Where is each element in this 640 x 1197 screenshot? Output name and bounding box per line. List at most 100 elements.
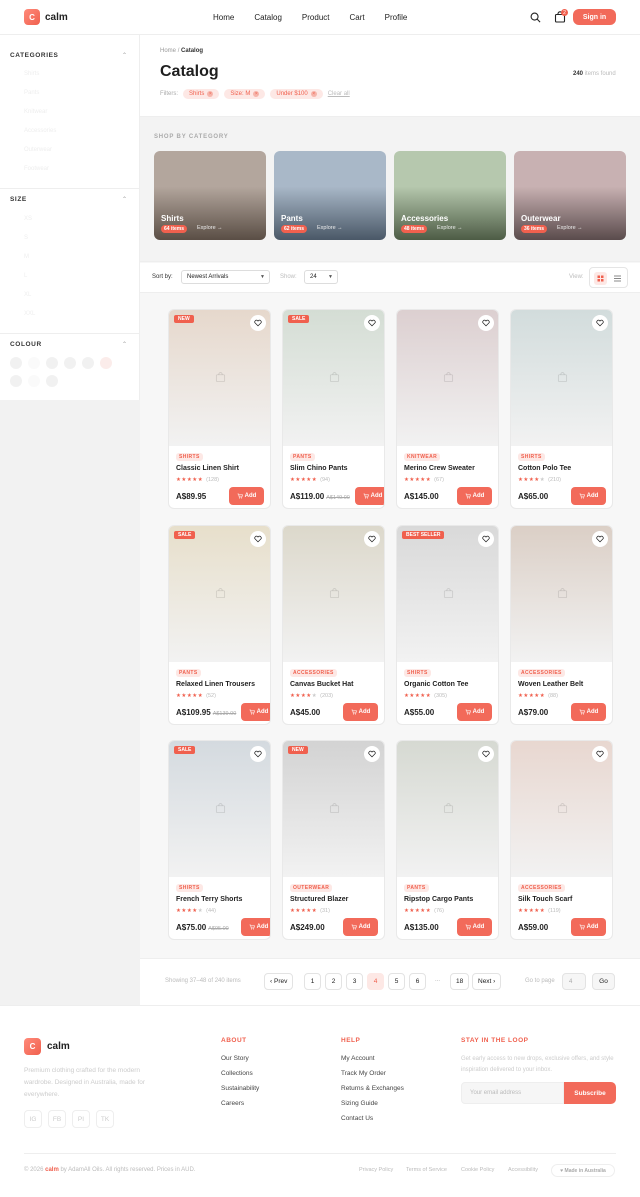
wishlist-button[interactable] (250, 531, 266, 547)
footer-link[interactable]: Contact Us (341, 1115, 373, 1122)
product-card[interactable]: KNITWEAR Merino Crew Sweater ★★★★★ (67) A$14… (396, 309, 499, 509)
page-button[interactable]: 3 (346, 973, 363, 990)
chevron-up-icon[interactable]: ⌃ (122, 196, 127, 203)
category-option[interactable]: Knitwear (24, 109, 47, 115)
filter-chip[interactable]: Shirts × (183, 89, 220, 99)
sign-in-button[interactable]: Sign in (573, 9, 616, 25)
product-name[interactable]: Classic Linen Shirt (176, 465, 239, 472)
tiktok-icon[interactable]: TK (96, 1110, 114, 1128)
footer-link[interactable]: Returns & Exchanges (341, 1085, 404, 1092)
product-card[interactable]: PANTS Ripstop Cargo Pants ★★★★★ (76) A$135.0… (396, 740, 499, 940)
prev-page-button[interactable]: ‹ Prev (264, 973, 294, 990)
subscribe-button[interactable]: Subscribe (564, 1082, 616, 1104)
filter-chip[interactable]: Size: M × (224, 89, 266, 99)
add-to-cart-button[interactable]: Add (457, 487, 492, 505)
footer-link[interactable]: Sustainability (221, 1085, 259, 1092)
size-option[interactable]: XS (24, 216, 32, 222)
categories-heading[interactable]: CATEGORIES (10, 52, 59, 59)
add-to-cart-button[interactable]: Add (457, 918, 492, 936)
close-icon[interactable]: × (207, 91, 214, 97)
page-button[interactable]: 1 (304, 973, 321, 990)
footer-link[interactable]: Collections (221, 1070, 253, 1077)
product-card[interactable]: SALE PANTS Relaxed Linen Trousers ★★★★★ (52)… (168, 525, 271, 725)
footer-link[interactable]: Track My Order (341, 1070, 386, 1077)
footer-link[interactable]: My Account (341, 1055, 375, 1062)
product-card[interactable]: SHIRTS Cotton Polo Tee ★★★★★ (210) A$65.00 Ad… (510, 309, 613, 509)
page-button[interactable]: 6 (409, 973, 426, 990)
close-icon[interactable]: × (253, 91, 260, 97)
product-card[interactable]: ACCESSORIES Silk Touch Scarf ★★★★★ (119) A$5… (510, 740, 613, 940)
nav-catalog[interactable]: Catalog (254, 13, 282, 22)
footer-link[interactable]: Sizing Guide (341, 1100, 378, 1107)
add-to-cart-button[interactable]: Add (241, 918, 270, 936)
add-to-cart-button[interactable]: Add (241, 703, 270, 721)
product-name[interactable]: Cotton Polo Tee (518, 465, 571, 472)
product-name[interactable]: Structured Blazer (290, 896, 348, 903)
newsletter-email-input[interactable]: Your email address (461, 1082, 564, 1104)
add-to-cart-button[interactable]: Add (343, 918, 378, 936)
product-card[interactable]: NEW OUTERWEAR Structured Blazer ★★★★★ (31) A$… (282, 740, 385, 940)
category-option[interactable]: Accessories (24, 128, 56, 134)
add-to-cart-button[interactable]: Add (343, 703, 378, 721)
nav-profile[interactable]: Profile (385, 13, 408, 22)
colour-swatch[interactable] (64, 357, 76, 369)
product-name[interactable]: French Terry Shorts (176, 896, 242, 903)
wishlist-button[interactable] (592, 315, 608, 331)
size-heading[interactable]: SIZE (10, 196, 27, 203)
colour-swatch[interactable] (100, 357, 112, 369)
category-card-explore[interactable]: Explore → (557, 225, 583, 231)
next-page-button[interactable]: Next › (472, 973, 502, 990)
page-button-current[interactable]: 4 (367, 973, 384, 990)
colour-swatch[interactable] (46, 357, 58, 369)
chevron-up-icon[interactable]: ⌃ (122, 341, 127, 348)
wishlist-button[interactable] (592, 746, 608, 762)
footer-logo[interactable]: C calm (24, 1038, 70, 1055)
wishlist-button[interactable] (364, 531, 380, 547)
grid-view-button[interactable] (594, 272, 607, 285)
wishlist-button[interactable] (478, 531, 494, 547)
colour-swatch[interactable] (46, 375, 58, 387)
page-size-select[interactable]: 24 ▼ (304, 270, 338, 284)
wishlist-button[interactable] (478, 315, 494, 331)
search-icon[interactable] (530, 12, 541, 23)
product-card[interactable]: ACCESSORIES Canvas Bucket Hat ★★★★★ (203) A$… (282, 525, 385, 725)
instagram-icon[interactable]: IG (24, 1110, 42, 1128)
footer-link[interactable]: Careers (221, 1100, 244, 1107)
colour-swatch[interactable] (10, 375, 22, 387)
category-option[interactable]: Outerwear (24, 147, 52, 153)
close-icon[interactable]: × (310, 91, 317, 97)
colour-heading[interactable]: COLOUR (10, 341, 42, 348)
page-button[interactable]: 2 (325, 973, 342, 990)
product-name[interactable]: Merino Crew Sweater (404, 465, 475, 472)
wishlist-button[interactable] (250, 746, 266, 762)
product-name[interactable]: Woven Leather Belt (518, 681, 583, 688)
size-option[interactable]: M (24, 254, 29, 260)
wishlist-button[interactable] (364, 746, 380, 762)
category-card-explore[interactable]: Explore → (317, 225, 343, 231)
product-card[interactable]: SALE SHIRTS French Terry Shorts ★★★★★ (44) A$… (168, 740, 271, 940)
category-card[interactable]: Shirts 64 items Explore → (154, 151, 266, 240)
category-card[interactable]: Accessories 48 items Explore → (394, 151, 506, 240)
breadcrumb-home[interactable]: Home (160, 48, 176, 54)
filter-chip[interactable]: Under $100 × (270, 89, 323, 99)
chevron-up-icon[interactable]: ⌃ (122, 52, 127, 59)
nav-cart[interactable]: Cart (350, 13, 365, 22)
brand-logo[interactable]: C calm (24, 9, 68, 25)
category-card-explore[interactable]: Explore → (197, 225, 223, 231)
facebook-icon[interactable]: FB (48, 1110, 66, 1128)
size-option[interactable]: XL (24, 292, 31, 298)
add-to-cart-button[interactable]: Add (355, 487, 384, 505)
sort-select[interactable]: Newest Arrivals ▼ (181, 270, 270, 284)
terms-link[interactable]: Terms of Service (406, 1167, 447, 1173)
wishlist-button[interactable] (592, 531, 608, 547)
product-card[interactable]: SALE PANTS Slim Chino Pants ★★★★★ (94) A$119.… (282, 309, 385, 509)
nav-product[interactable]: Product (302, 13, 330, 22)
product-name[interactable]: Canvas Bucket Hat (290, 681, 353, 688)
add-to-cart-button[interactable]: Add (229, 487, 264, 505)
product-name[interactable]: Slim Chino Pants (290, 465, 348, 472)
wishlist-button[interactable] (364, 315, 380, 331)
category-card[interactable]: Pants 62 items Explore → (274, 151, 386, 240)
colour-swatch[interactable] (28, 357, 40, 369)
wishlist-button[interactable] (478, 746, 494, 762)
add-to-cart-button[interactable]: Add (571, 703, 606, 721)
